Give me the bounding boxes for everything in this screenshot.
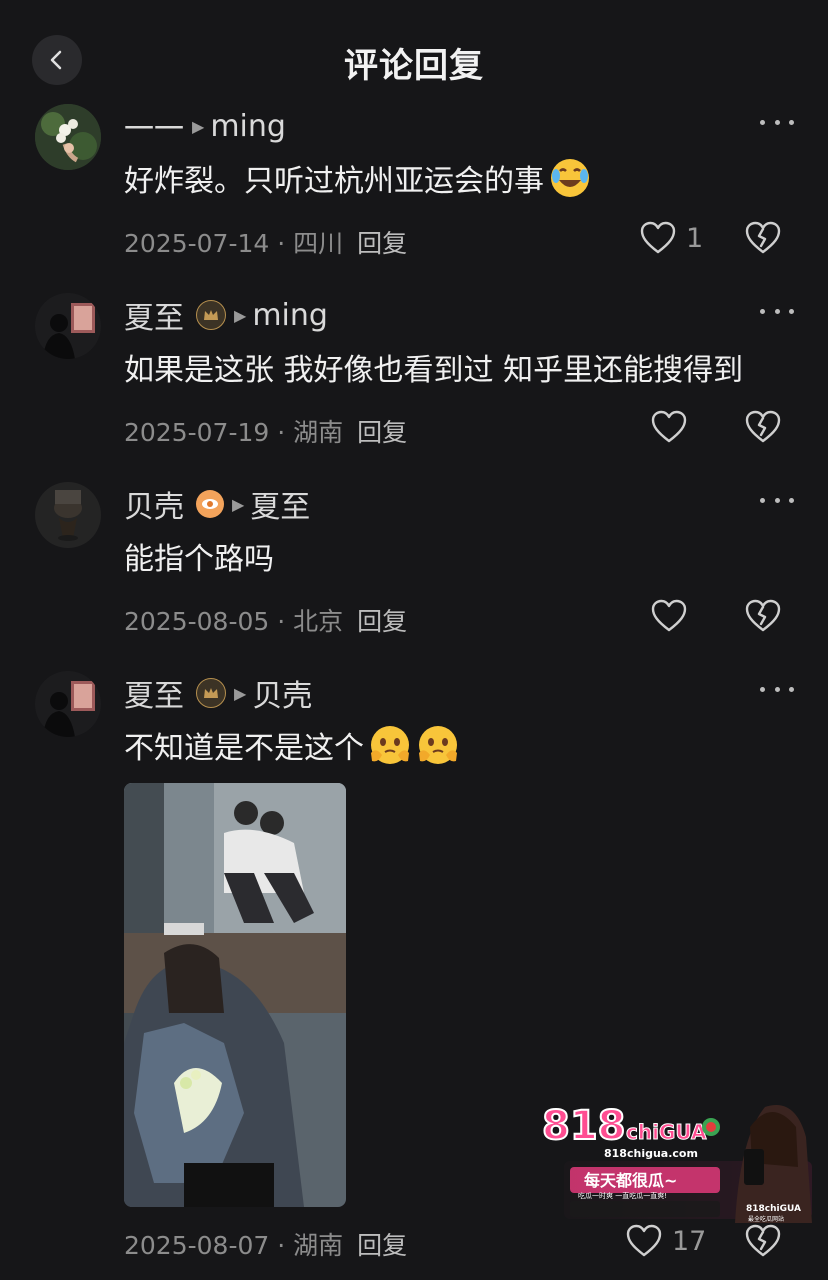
reply-button[interactable]: 回复: [357, 607, 407, 636]
reply-button[interactable]: 回复: [357, 418, 407, 447]
avatar[interactable]: [35, 482, 101, 548]
like-count: 17: [672, 1225, 707, 1257]
author-name[interactable]: 一一: [124, 104, 184, 148]
comment-item: 夏至 ▶ ming 如果是这张 我好像也看到过 知乎里还能搜得到 2025-07…: [0, 293, 828, 463]
comment-image[interactable]: [124, 783, 346, 1207]
reply-target-name[interactable]: ming: [210, 109, 286, 144]
like-button[interactable]: [651, 599, 687, 633]
heart-icon: [640, 221, 676, 254]
heart-icon: [651, 599, 687, 632]
comment-meta: 2025-08-05 · 北京 回复: [124, 607, 408, 636]
more-options-icon[interactable]: [760, 679, 794, 699]
reply-arrow-icon: ▶: [192, 116, 205, 136]
heart-icon: [626, 1224, 662, 1257]
broken-heart-icon: [745, 599, 781, 632]
reply-button[interactable]: 回复: [357, 1231, 407, 1260]
comment-location: 湖南: [293, 1231, 344, 1260]
ad-brand-main: 818: [542, 1103, 626, 1149]
comment-date: 2025-07-14: [124, 229, 270, 258]
comment-header: 夏至 ▶ 贝壳: [124, 671, 312, 715]
page-title: 评论回复: [344, 46, 484, 86]
comment-location: 北京: [293, 607, 344, 636]
comment-item: 贝壳 ▶ 夏至 能指个路吗 2025-08-05 · 北京 回复: [0, 482, 828, 652]
ad-brand-sub: chiGUA: [626, 1120, 707, 1144]
broken-heart-icon: [745, 221, 781, 254]
reply-target-name[interactable]: 夏至: [250, 482, 310, 526]
reply-arrow-icon: ▶: [232, 494, 245, 514]
comment-meta: 2025-08-07 · 湖南 回复: [124, 1231, 408, 1260]
comment-date: 2025-08-07: [124, 1231, 270, 1260]
comment-item: 一一 ▶ ming 好炸裂。只听过杭州亚运会的事 2025-07-14 · 四川…: [0, 104, 828, 274]
like-button[interactable]: 17: [626, 1224, 706, 1258]
watermark-ad[interactable]: 818 chiGUA 818chigua.com 每天都很瓜~ 吃瓜一时爽 一直…: [540, 1097, 812, 1223]
comment-text: 如果是这张 我好像也看到过 知乎里还能搜得到: [124, 353, 744, 388]
ad-corner-brand: 818chiGUA: [746, 1204, 801, 1214]
comment-meta: 2025-07-14 · 四川 回复: [124, 229, 408, 258]
dislike-button[interactable]: [745, 1224, 781, 1262]
ad-tagline: 吃瓜一时爽 一直吃瓜一直爽!: [578, 1191, 667, 1200]
comment-text: 能指个路吗: [124, 542, 274, 577]
reply-button[interactable]: 回复: [357, 229, 407, 258]
more-options-icon[interactable]: [760, 490, 794, 510]
laugh-cry-emoji: [551, 159, 589, 197]
broken-heart-icon: [745, 1224, 781, 1257]
comment-header: 夏至 ▶ ming: [124, 293, 328, 337]
crown-badge-icon: [196, 678, 226, 708]
ad-url: 818chigua.com: [604, 1147, 698, 1160]
comment-header: 贝壳 ▶ 夏至: [124, 482, 310, 526]
ad-slogan: 每天都很瓜~: [584, 1171, 677, 1190]
comment-text: 不知道是不是这个: [124, 723, 460, 767]
avatar[interactable]: [35, 671, 101, 737]
heart-icon: [651, 410, 687, 443]
author-name[interactable]: 夏至: [124, 293, 184, 337]
holding-tears-emoji: [419, 726, 457, 764]
holding-tears-emoji: [371, 726, 409, 764]
like-button[interactable]: 1: [640, 221, 703, 255]
comment-meta: 2025-07-19 · 湖南 回复: [124, 418, 408, 447]
dislike-button[interactable]: [745, 410, 781, 448]
author-name[interactable]: 贝壳: [124, 482, 184, 526]
eye-badge-icon: [196, 490, 224, 518]
dislike-button[interactable]: [745, 599, 781, 637]
reply-arrow-icon: ▶: [234, 305, 247, 325]
comment-date: 2025-07-19: [124, 418, 270, 447]
comment-text: 好炸裂。只听过杭州亚运会的事: [124, 156, 592, 200]
avatar[interactable]: [35, 104, 101, 170]
avatar[interactable]: [35, 293, 101, 359]
comment-location: 四川: [293, 229, 344, 258]
broken-heart-icon: [745, 410, 781, 443]
top-bar: 评论回复: [0, 0, 828, 110]
reply-target-name[interactable]: ming: [252, 298, 328, 333]
dislike-button[interactable]: [745, 221, 781, 259]
comment-header: 一一 ▶ ming: [124, 104, 286, 148]
ad-corner-text: 最全吃瓜网站: [748, 1215, 784, 1223]
reply-target-name[interactable]: 贝壳: [252, 671, 312, 715]
comment-date: 2025-08-05: [124, 607, 270, 636]
comment-location: 湖南: [293, 418, 344, 447]
more-options-icon[interactable]: [760, 112, 794, 132]
more-options-icon[interactable]: [760, 301, 794, 321]
crown-badge-icon: [196, 300, 226, 330]
like-button[interactable]: [651, 410, 687, 444]
like-count: 1: [686, 222, 704, 254]
author-name[interactable]: 夏至: [124, 671, 184, 715]
reply-arrow-icon: ▶: [234, 683, 247, 703]
